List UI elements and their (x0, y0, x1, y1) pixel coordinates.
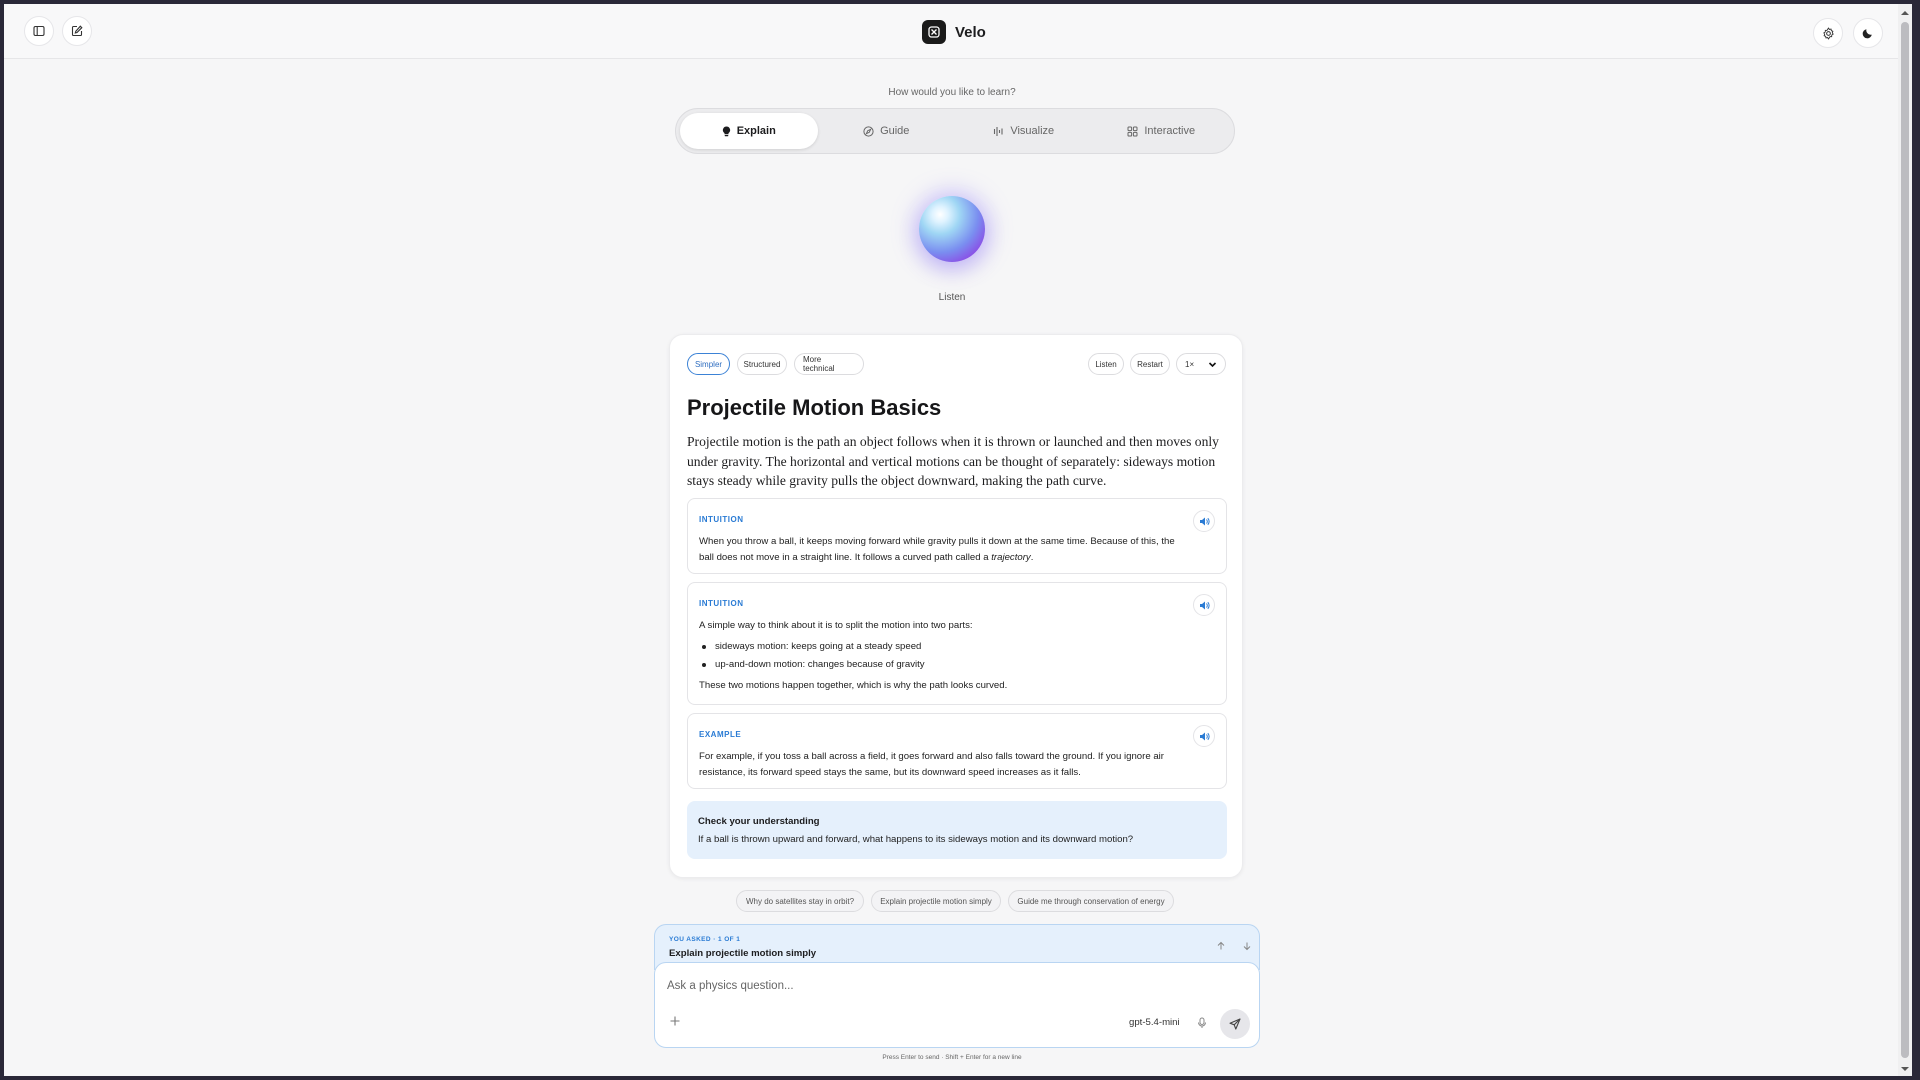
attach-button[interactable] (667, 1013, 683, 1029)
scroll-down-icon[interactable] (1900, 1064, 1910, 1074)
page-scrollbar[interactable] (1898, 4, 1912, 1076)
tab-explain-label: Explain (736, 125, 776, 137)
next-question-button[interactable] (1237, 936, 1257, 956)
section-intuition-1: INTUITION When you throw a ball, it keep… (687, 498, 1227, 574)
list-item: sideways motion: keeps going at a steady… (699, 639, 1179, 655)
question-input[interactable] (667, 976, 1227, 996)
microphone-icon (1198, 1017, 1206, 1028)
orb-label: Listen (938, 292, 966, 303)
speaker-icon (1199, 601, 1210, 609)
bullet-list: sideways motion: keeps going at a steady… (699, 639, 1179, 673)
scroll-thumb[interactable] (1901, 22, 1909, 1058)
tab-visualize-label: Visualize (1010, 125, 1055, 137)
section-audio-button[interactable] (1193, 594, 1215, 616)
gear-icon (1822, 26, 1834, 40)
section-example: EXAMPLE For example, if you toss a ball … (687, 713, 1227, 789)
speaker-icon (1199, 517, 1210, 525)
section-label: INTUITION (699, 599, 744, 608)
listen-button[interactable]: Listen (1088, 353, 1124, 375)
restart-button[interactable]: Restart (1130, 353, 1170, 375)
section-intuition-2: INTUITION A simple way to think about it… (687, 582, 1227, 705)
speed-value: 1× (1185, 359, 1195, 369)
section-text: For example, if you toss a ball across a… (699, 751, 1165, 778)
section-label: EXAMPLE (699, 730, 742, 739)
app-name: Velo (955, 23, 986, 41)
voice-orb[interactable] (919, 196, 985, 262)
previous-question-button[interactable] (1211, 936, 1231, 956)
send-button[interactable] (1220, 1009, 1250, 1039)
composer: gpt-5.4-mini (654, 962, 1260, 1048)
arrow-down-icon (1243, 942, 1251, 951)
brand: Velo (922, 20, 986, 44)
lightbulb-icon (722, 125, 730, 136)
moon-icon (1862, 29, 1872, 39)
grid-icon (1127, 126, 1138, 136)
top-bar: Velo (4, 4, 1900, 59)
edit-icon (71, 25, 83, 37)
check-title: Check your understanding (698, 816, 820, 827)
check-understanding: Check your understanding If a ball is th… (687, 801, 1227, 859)
model-selector[interactable]: gpt-5.4-mini (1129, 1017, 1180, 1028)
section-audio-button[interactable] (1193, 725, 1215, 747)
tab-interactive-label: Interactive (1144, 125, 1196, 137)
explanation-card: Simpler Structured More technical Listen… (669, 334, 1243, 878)
list-item: up-and-down motion: changes because of g… (699, 657, 1179, 673)
mode-selector: Explain Guide Visualize Interactive (675, 108, 1235, 154)
chevron-down-icon (1208, 361, 1217, 367)
trajectory-term: trajectory (991, 552, 1031, 563)
composer-hint: Press Enter to send · Shift + Enter for … (882, 1054, 1022, 1061)
compass-icon (863, 125, 874, 137)
tab-guide[interactable]: Guide (818, 113, 956, 149)
plus-icon (670, 1016, 680, 1026)
suggestion-chip[interactable]: Why do satellites stay in orbit? (736, 890, 864, 912)
send-icon (1229, 1018, 1241, 1030)
section-audio-button[interactable] (1193, 510, 1215, 532)
style-simpler-button[interactable]: Simpler (687, 353, 730, 375)
style-structured-button[interactable]: Structured (737, 353, 787, 375)
tab-visualize[interactable]: Visualize (955, 113, 1093, 149)
new-chat-button[interactable] (62, 16, 92, 46)
theme-toggle-button[interactable] (1853, 18, 1883, 48)
tab-guide-label: Guide (880, 125, 910, 137)
mode-prompt: How would you like to learn? (888, 87, 1016, 98)
tab-explain[interactable]: Explain (680, 113, 818, 149)
toggle-sidebar-button[interactable] (24, 16, 54, 46)
tab-interactive[interactable]: Interactive (1093, 113, 1231, 149)
card-intro: Projectile motion is the path an object … (687, 434, 1219, 488)
section-text: When you throw a ball, it keeps moving f… (699, 536, 1175, 563)
arrow-up-icon (1217, 941, 1225, 950)
waveform-icon (994, 126, 1003, 136)
section-label: INTUITION (699, 515, 744, 524)
card-title: Projectile Motion Basics (687, 395, 942, 420)
style-more-technical-button[interactable]: More technical (794, 353, 864, 375)
velo-logo-icon (922, 20, 946, 44)
speed-select[interactable]: 1× (1176, 353, 1226, 375)
check-question: If a ball is thrown upward and forward, … (698, 834, 1134, 845)
section-text: A simple way to think about it is to spl… (699, 618, 1179, 694)
scroll-up-icon[interactable] (1900, 8, 1910, 18)
app-window: Velo How would you like to learn? Explai… (4, 4, 1900, 1076)
speaker-icon (1199, 732, 1210, 740)
suggestion-chip[interactable]: Explain projectile motion simply (871, 890, 1001, 912)
asked-label: YOU ASKED · 1 OF 1 (669, 936, 741, 943)
asked-text: Explain projectile motion simply (669, 948, 817, 959)
suggestion-chip[interactable]: Guide me through conservation of energy (1008, 890, 1174, 912)
settings-button[interactable] (1813, 18, 1843, 48)
sidebar-icon (33, 25, 45, 37)
voice-input-button[interactable] (1195, 1016, 1209, 1030)
